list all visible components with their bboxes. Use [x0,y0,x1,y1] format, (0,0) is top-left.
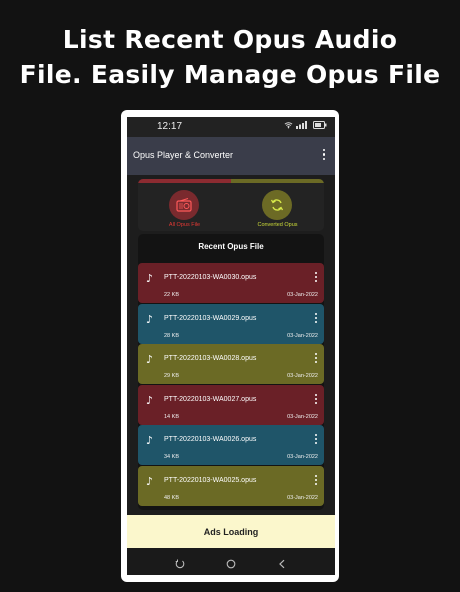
music-note-icon: ♪ [146,272,154,285]
music-note-icon: ♪ [146,312,154,326]
file-menu-icon[interactable] [312,474,320,485]
all-opus-file-label: All Opus File [168,222,201,228]
file-menu-icon[interactable] [312,272,320,282]
back-icon[interactable] [277,556,287,569]
file-size: 29 KB [164,373,179,379]
app-title: Opus Player & Converter [133,150,234,160]
wifi-icon [284,122,292,129]
file-name: PTT-20220103-WA0026.opus [164,436,257,443]
promo-headline: List Recent Opus Audio File. Easily Mana… [0,22,460,92]
file-date: 03-Jan-2022 [287,413,318,420]
more-vert-icon[interactable] [319,149,329,160]
recent-opus-title: Recent Opus File [198,242,264,251]
recent-opus-card: Recent Opus File ♪ PTT-20220103-WA0030.op… [138,234,324,510]
converted-opus-button[interactable]: Converted Opus [231,183,324,231]
file-name: PTT-20220103-WA0028.opus [164,355,257,362]
file-row[interactable]: ♪ PTT-20220103-WA0028.opus 29 KB 03-Jan-202… [138,344,324,384]
file-menu-icon[interactable] [312,353,320,363]
all-opus-file-button[interactable]: All Opus File [138,183,231,231]
file-size: 28 KB [164,332,179,339]
music-note-icon: ♪ [146,474,154,488]
file-name: PTT-20220103-WA0025.opus [164,476,257,484]
app-bar: Opus Player & Converter [127,137,335,175]
file-date: 03-Jan-2022 [287,454,318,460]
file-row[interactable]: ♪ PTT-20220103-WA0029.opus 28 KB 03-Jan-202… [138,303,324,344]
file-date: 03-Jan-2022 [287,494,318,501]
status-icons [284,121,327,131]
file-name: PTT-20220103-WA0029.opus [164,314,257,322]
file-row[interactable]: ♪ PTT-20220103-WA0026.opus 34 KB 03-Jan-202… [138,425,324,465]
radio-icon [169,190,199,220]
file-row[interactable]: ♪ PTT-20220103-WA0030.opus 22 KB 03-Jan-202… [138,263,324,303]
battery-icon [313,121,327,129]
file-date: 03-Jan-2022 [287,332,318,339]
top-actions-card: All Opus File Converted Opus [138,179,324,231]
file-menu-icon[interactable] [312,312,320,323]
music-note-icon: ♪ [146,434,154,447]
file-menu-icon[interactable] [312,434,320,444]
home-icon[interactable] [226,556,236,569]
recent-apps-icon[interactable] [175,556,185,569]
file-size: 14 KB [164,413,179,420]
file-size: 48 KB [164,494,179,501]
status-bar: 12:17 [127,117,335,137]
file-date: 03-Jan-2022 [287,373,318,379]
sync-icon [262,190,292,220]
ads-banner[interactable]: Ads Loading [127,515,335,548]
file-row[interactable]: ♪ PTT-20220103-WA0025.opus 48 KB 03-Jan-202… [138,465,324,506]
file-date: 03-Jan-2022 [287,292,318,298]
headline-line-1: List Recent Opus Audio [62,25,398,54]
system-nav-bar [127,548,335,575]
file-size: 34 KB [164,454,179,460]
ads-label: Ads Loading [203,526,259,537]
signal-icon [295,121,307,129]
phone-screen: 12:17 Opus Player & Converter All Opus F… [127,117,335,575]
phone-frame: 12:17 Opus Player & Converter All Opus F… [121,110,339,582]
converted-opus-label: Converted Opus [257,222,298,228]
music-note-icon: ♪ [146,353,154,366]
headline-line-2: File. Easily Manage Opus File [19,60,441,89]
file-name: PTT-20220103-WA0027.opus [164,395,257,403]
status-time: 12:17 [157,121,183,132]
file-menu-icon[interactable] [312,393,320,404]
file-size: 22 KB [164,292,179,298]
file-row[interactable]: ♪ PTT-20220103-WA0027.opus 14 KB 03-Jan-202… [138,384,324,425]
file-name: PTT-20220103-WA0030.opus [164,274,257,281]
music-note-icon: ♪ [146,393,154,407]
